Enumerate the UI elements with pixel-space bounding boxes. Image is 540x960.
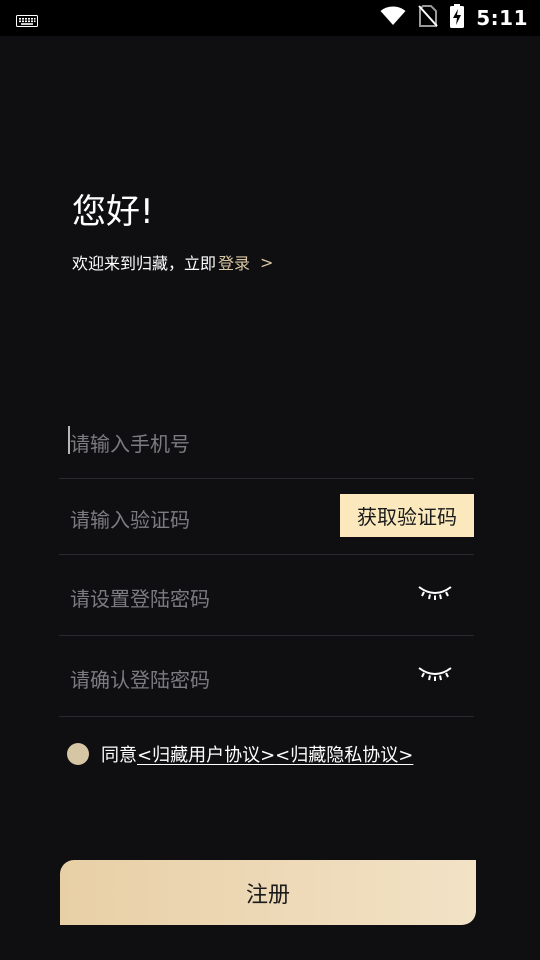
get-code-button[interactable]: 获取验证码 — [340, 494, 474, 537]
agreement-text: 同意 <归藏用户协议> <归藏隐私协议> — [101, 741, 413, 767]
status-time: 5:11 — [476, 6, 528, 30]
welcome-line: 欢迎来到归藏，立即 登录 > — [72, 250, 273, 274]
login-link[interactable]: 登录 — [218, 250, 250, 274]
greeting-title: 您好! — [72, 192, 154, 232]
privacy-agreement-link[interactable]: <归藏隐私协议> — [275, 741, 413, 767]
phone-field[interactable]: 请输入手机号 — [59, 404, 474, 479]
password-input-placeholder: 请设置登陆密码 — [70, 587, 210, 611]
register-button[interactable]: 注册 — [60, 860, 476, 925]
keyboard-icon — [16, 12, 38, 31]
welcome-text: 欢迎来到归藏，立即 — [72, 254, 217, 273]
status-bar: 5:11 — [0, 0, 540, 36]
eye-closed-icon[interactable] — [418, 583, 452, 605]
confirm-password-field[interactable]: 请确认登陆密码 — [59, 636, 474, 717]
verification-code-field[interactable]: 请输入验证码 获取验证码 — [59, 479, 474, 555]
phone-input-placeholder: 请输入手机号 — [70, 432, 190, 456]
password-field[interactable]: 请设置登陆密码 — [59, 555, 474, 636]
chevron-right-icon[interactable]: > — [260, 253, 273, 272]
no-sim-icon — [418, 5, 438, 31]
battery-charging-icon — [450, 4, 465, 32]
wifi-icon — [380, 6, 406, 30]
agreement-row: 同意 <归藏用户协议> <归藏隐私协议> — [67, 741, 413, 767]
agreement-radio[interactable] — [67, 743, 89, 765]
eye-closed-icon[interactable] — [418, 664, 452, 686]
agreement-prefix: 同意 — [101, 745, 137, 766]
user-agreement-link[interactable]: <归藏用户协议> — [137, 741, 275, 767]
code-input-placeholder: 请输入验证码 — [70, 508, 190, 532]
confirm-password-input-placeholder: 请确认登陆密码 — [70, 668, 210, 692]
